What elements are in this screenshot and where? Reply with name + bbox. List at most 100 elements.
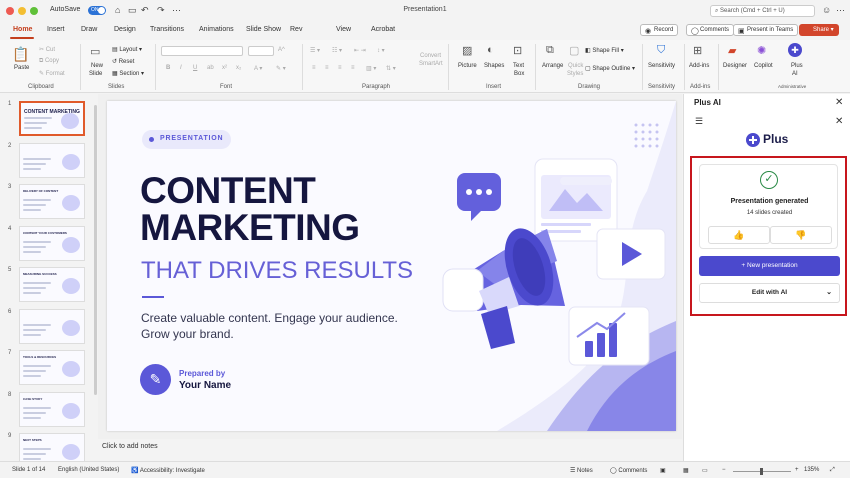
addins-icon[interactable]: ⊞ [693,44,702,57]
textbox-label-2[interactable]: Box [514,71,524,77]
slide-subheadline[interactable]: THAT DRIVES RESULTS [141,258,413,284]
autosave-toggle[interactable]: ON [88,6,106,15]
tab-draw[interactable]: Draw [81,26,97,33]
slide-thumbnails-pane[interactable]: 1 CONTENT MARKETING 2 3 DELIVERY OF CONTENT 4… [0,94,97,468]
settings-icon[interactable]: ☺ [822,5,831,15]
new-slide-label-1[interactable]: New [91,63,103,69]
thumbnails-scrollbar[interactable] [94,105,97,395]
close-window-button[interactable] [6,7,14,15]
font-size-up-icon[interactable]: A^ [278,47,285,53]
more-icon[interactable]: ⋯ [172,5,181,16]
cut-button[interactable]: ✂ Cut [39,46,55,53]
close-pane-icon[interactable]: ✕ [835,97,843,108]
notes-button[interactable]: ☰ Notes [570,467,593,474]
bold-button[interactable]: B [166,65,170,71]
copilot-icon[interactable]: ✺ [757,44,766,57]
accessibility-button[interactable]: ♿ Accessibility: Investigate [131,467,205,474]
slide-thumbnail-8[interactable]: CASE STUDY [19,391,85,427]
copy-button[interactable]: ⧉ Copy [39,58,59,65]
tab-acrobat[interactable]: Acrobat [371,26,395,33]
font-name-select[interactable] [161,46,243,56]
quick-styles-label-2[interactable]: Styles [567,71,583,77]
align-left-icon[interactable]: ≡ [312,65,316,71]
new-slide-label-2[interactable]: Slide [89,71,102,77]
slide-headline-line-2[interactable]: MARKETING [140,209,360,246]
slide-body-line-2[interactable]: Grow your brand. [141,327,234,341]
superscript-button[interactable]: x² [222,65,227,71]
zoom-window-button[interactable] [30,7,38,15]
text-direction-icon[interactable]: ⇅ ▾ [386,65,396,72]
subscript-button[interactable]: x₂ [236,65,241,71]
zoom-out-icon[interactable]: − [722,467,726,473]
new-presentation-button[interactable]: + New presentation [699,256,840,276]
shapes-icon[interactable]: ◐ [487,44,494,56]
redo-icon[interactable]: ↷ [157,5,165,16]
slide-thumbnail-6[interactable] [19,308,85,344]
tab-slide-show[interactable]: Slide Show [246,26,281,33]
highlight-button[interactable]: ✎ ▾ [276,65,286,72]
edit-with-ai-button[interactable]: Edit with AI ⌄ [699,283,840,303]
more-options-icon[interactable]: ⋯ [836,5,845,16]
arrange-button[interactable]: Arrange [542,63,563,69]
columns-icon[interactable]: ▥ ▾ [366,65,376,72]
textbox-icon[interactable]: ⊡ [513,44,522,57]
save-icon[interactable]: ▭ [128,5,137,16]
designer-button[interactable]: Designer [723,63,747,69]
tab-insert[interactable]: Insert [47,26,65,33]
close-addin-icon[interactable]: ✕ [835,116,843,127]
slide-headline-line-1[interactable]: CONTENT [140,172,316,209]
convert-smartart-label-2[interactable]: SmartArt [419,61,443,67]
undo-icon[interactable]: ↶ [141,5,149,16]
language-indicator[interactable]: English (United States) [58,467,119,473]
slide-thumbnail-4[interactable]: CONTENT YOUR CUSTOMERS [19,225,85,261]
section-button[interactable]: ▦ Section ▾ [112,70,144,77]
sensitivity-button[interactable]: Sensitivity [648,63,675,69]
slide-thumbnail-2[interactable] [19,142,85,178]
comments-status-button[interactable]: ◯ Comments [610,467,647,474]
align-right-icon[interactable]: ≡ [338,65,342,71]
share-button[interactable]: Share ▾ [799,24,839,36]
reading-view-icon[interactable]: ▭ [702,467,708,474]
notes-placeholder[interactable]: Click to add notes [102,443,158,450]
copilot-button[interactable]: Copilot [754,63,773,69]
slide-thumbnail-7[interactable]: TOOLS & RESOURCES [19,350,85,385]
presenter-name[interactable]: Your Name [179,380,231,391]
normal-view-icon[interactable]: ▣ [660,467,666,474]
comments-button[interactable]: ◯ Comments [686,24,735,36]
search-input[interactable]: ⌕ Search (Cmd + Ctrl + U) [710,5,815,17]
underline-button[interactable]: U [193,65,197,71]
tab-home[interactable]: Home [13,26,32,33]
slide-sorter-icon[interactable]: ▦ [683,467,689,474]
megaphone-illustration[interactable] [437,101,676,431]
slide-thumbnail-5[interactable]: MEASURING SUCCESS [19,267,85,302]
presentation-tag[interactable]: PRESENTATION [142,130,231,149]
prepared-by-label[interactable]: Prepared by [179,369,225,378]
numbering-icon[interactable]: ☷ ▾ [332,47,342,54]
notes-pane[interactable]: Click to add notes [98,439,682,461]
designer-icon[interactable]: ▰ [728,44,736,57]
line-spacing-icon[interactable]: ↕ ▾ [377,47,385,54]
slide-thumbnail-1[interactable]: CONTENT MARKETING [19,101,85,136]
layout-button[interactable]: ▤ Layout ▾ [112,46,142,53]
font-color-button[interactable]: A ▾ [254,65,262,72]
zoom-in-icon[interactable]: + [795,467,799,473]
tab-design[interactable]: Design [114,26,136,33]
font-size-select[interactable] [248,46,274,56]
strikethrough-button[interactable]: ab [207,65,214,71]
slide-thumbnail-3[interactable]: DELIVERY OF CONTENT [19,184,85,219]
quick-styles-icon[interactable]: ▢ [569,44,579,57]
align-center-icon[interactable]: ≡ [325,65,329,71]
plus-ai-icon[interactable]: ✚ [788,43,802,57]
format-painter-button[interactable]: ✎ Format [39,70,65,77]
thumbs-up-button[interactable]: 👍 [708,226,770,244]
home-icon[interactable]: ⌂ [115,5,120,15]
tab-review[interactable]: Rev [290,26,302,33]
paste-icon[interactable]: 📋 [12,46,29,63]
slide-body-line-1[interactable]: Create valuable content. Engage your aud… [141,311,398,325]
plus-ai-label-2[interactable]: AI [792,71,798,77]
paste-button[interactable]: Paste [14,65,29,71]
justify-icon[interactable]: ≡ [351,65,355,71]
tab-transitions[interactable]: Transitions [150,26,184,33]
record-button[interactable]: ◉ Record [640,24,679,36]
shape-fill-button[interactable]: ◧ Shape Fill ▾ [585,47,624,54]
